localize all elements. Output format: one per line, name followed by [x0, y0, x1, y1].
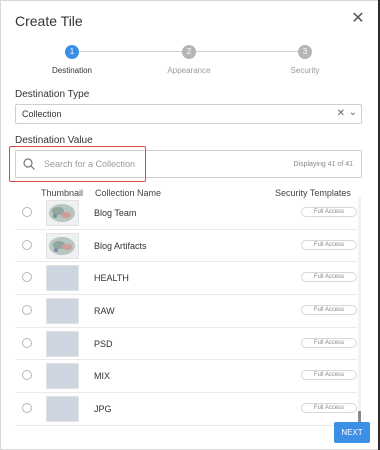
row-radio[interactable] [22, 337, 32, 348]
collection-name: MIX [94, 371, 111, 382]
collection-name: JPG [94, 404, 112, 415]
security-badge: Full Access [301, 337, 357, 348]
security-badge: Full Access [301, 239, 357, 250]
security-badge: Full Access [301, 207, 357, 217]
step-3-circle[interactable]: 3 [298, 45, 312, 59]
collection-thumbnail [46, 298, 79, 325]
clear-icon[interactable]: ✕ [337, 108, 345, 119]
row-radio[interactable] [22, 272, 32, 283]
row-radio[interactable] [22, 370, 32, 381]
collection-list: Blog Team Full Access Blog Artifacts Ful… [15, 197, 357, 426]
table-row[interactable]: Blog Artifacts Full Access [15, 230, 357, 263]
collection-thumbnail [46, 363, 79, 390]
dialog-title: Create Tile [15, 13, 83, 29]
row-radio[interactable] [22, 305, 32, 316]
step-2-circle[interactable]: 2 [182, 45, 196, 59]
table-row[interactable]: PSD Full Access [15, 328, 357, 361]
security-badge: Full Access [301, 272, 357, 283]
collection-thumbnail [46, 200, 79, 226]
security-badge: Full Access [301, 370, 357, 381]
collection-name: Blog Artifacts [94, 240, 147, 251]
chevron-down-icon[interactable]: ⌄ [349, 107, 357, 118]
destination-type-value: Collection [22, 109, 62, 119]
collection-name: PSD [94, 338, 113, 349]
destination-type-label: Destination Type [15, 89, 90, 100]
step-1-label: Destination [51, 66, 93, 75]
collection-thumbnail [46, 330, 79, 357]
step-1-circle[interactable]: 1 [65, 45, 79, 59]
row-radio[interactable] [22, 207, 32, 217]
step-2-label: Appearance [167, 66, 211, 75]
table-row[interactable]: JPG Full Access [15, 393, 357, 426]
collection-thumbnail [46, 396, 79, 423]
step-connector [196, 51, 298, 52]
collection-name: HEALTH [94, 273, 129, 284]
table-row[interactable]: RAW Full Access [15, 295, 357, 328]
row-radio[interactable] [22, 239, 32, 250]
security-badge: Full Access [301, 403, 357, 414]
close-icon[interactable]: ✕ [350, 11, 366, 27]
table-row[interactable]: Blog Team Full Access [15, 197, 357, 230]
scrollbar-track[interactable] [358, 197, 361, 422]
table-row[interactable]: MIX Full Access [15, 360, 357, 394]
search-highlight-box [9, 146, 146, 182]
table-row[interactable]: HEALTH Full Access [15, 262, 357, 296]
results-count: Displaying 41 of 41 [293, 161, 353, 168]
row-radio[interactable] [22, 403, 32, 414]
step-connector [78, 51, 182, 52]
collection-name: Blog Team [94, 208, 137, 218]
destination-type-select[interactable]: Collection ✕ ⌄ [15, 104, 362, 124]
step-3-label: Security [290, 66, 320, 75]
next-button[interactable]: NEXT [334, 422, 370, 443]
security-badge: Full Access [301, 305, 357, 316]
collection-thumbnail [46, 265, 79, 292]
destination-value-label: Destination Value [15, 135, 93, 146]
collection-thumbnail [46, 232, 79, 259]
collection-name: RAW [94, 306, 115, 317]
stepper: 1 2 3 Destination Appearance Security [1, 43, 380, 79]
create-tile-dialog: Create Tile ✕ 1 2 3 Destination Appearan… [0, 0, 380, 450]
